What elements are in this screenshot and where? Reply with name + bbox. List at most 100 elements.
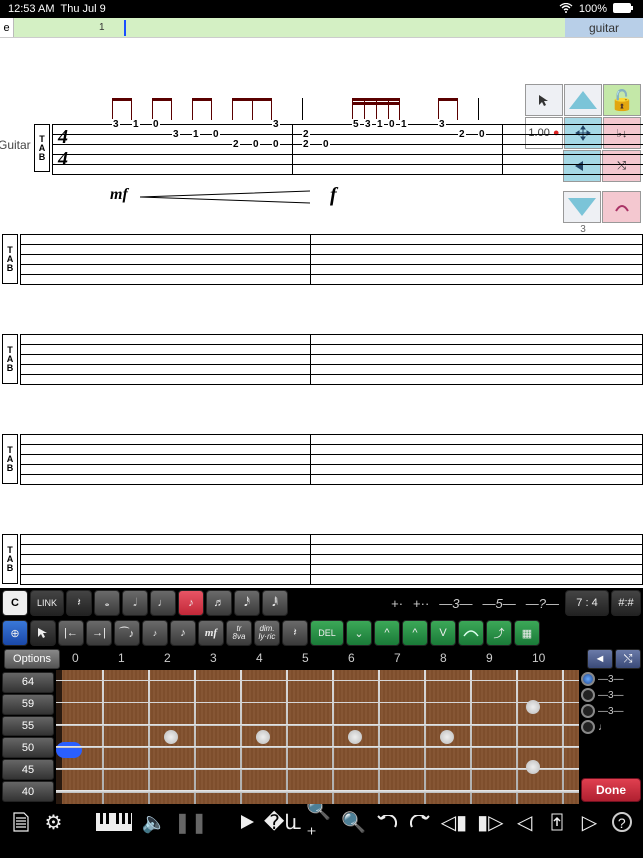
bar-end-button[interactable]: →| (86, 620, 112, 646)
pointer-tool-button[interactable] (525, 84, 563, 116)
strum-option-3[interactable] (581, 704, 595, 718)
tuplet-custom-button[interactable]: —?— (522, 596, 563, 611)
prev-button[interactable]: ◁ (514, 808, 536, 836)
whole-note-button[interactable]: 𝅝 (94, 590, 120, 616)
eighth-note-button[interactable]: ♪ (178, 590, 204, 616)
zoom-in-button[interactable]: 🔍 (341, 808, 366, 836)
rest-button[interactable]: 𝄽 (66, 590, 92, 616)
tab-effect-button[interactable]: ▦ (514, 620, 540, 646)
pause-button[interactable]: ❚❚ (177, 808, 205, 836)
pointer-icon (37, 627, 49, 639)
tab-note[interactable]: 2 (458, 129, 466, 140)
tab-note[interactable]: 1 (376, 119, 384, 130)
tuning-button[interactable]: 40 (2, 781, 54, 802)
tab-note[interactable]: 0 (252, 139, 260, 150)
tab-note[interactable]: 0 (388, 119, 396, 130)
insert-up-button[interactable] (546, 808, 568, 836)
tab-note[interactable]: 3 (438, 119, 446, 130)
mute-button[interactable]: 🔈 (142, 808, 167, 836)
double-dot-button[interactable]: +·· (409, 596, 433, 611)
time-signature-button[interactable]: 7 : 4 (565, 590, 609, 616)
scroll-up-button[interactable] (564, 84, 602, 116)
tab-note[interactable]: 2 (232, 139, 240, 150)
tab-note[interactable]: 3 (364, 119, 372, 130)
quarter-note-button[interactable]: ♩ (150, 590, 176, 616)
tuning-button[interactable]: 59 (2, 694, 54, 715)
timeline-ruler[interactable]: 1 (14, 18, 565, 37)
select-tool-button[interactable] (30, 620, 56, 646)
tie-button[interactable]: ⁀♪ (114, 620, 140, 646)
fretboard[interactable] (56, 670, 579, 804)
delete-button[interactable]: DEL (310, 620, 344, 646)
chord-button[interactable]: C (2, 590, 28, 616)
tab-note[interactable]: 2 (302, 139, 310, 150)
curve-tool-button[interactable] (602, 191, 641, 223)
track-key-label[interactable]: e (0, 18, 14, 37)
instrument-chip[interactable]: guitar (565, 18, 643, 37)
tuning-button[interactable]: 64 (2, 672, 54, 693)
strum-option-4[interactable] (581, 720, 595, 734)
thirtysecond-note-button[interactable]: 𝅘𝅥𝅰 (234, 590, 260, 616)
grace-note-button[interactable]: ♪ (142, 620, 168, 646)
capo-indicator[interactable] (56, 742, 82, 758)
redo-button[interactable] (408, 808, 430, 836)
strum-option-2[interactable] (581, 688, 595, 702)
marker-out-button[interactable]: ▮▷ (477, 808, 503, 836)
bar-start-button[interactable]: |← (58, 620, 84, 646)
text-button[interactable]: dim.ly·ric (254, 620, 280, 646)
strum-option-1[interactable] (581, 672, 595, 686)
fret-scroll-left-button[interactable]: ◄ (587, 649, 613, 669)
slur-button[interactable] (458, 620, 484, 646)
sixteenth-note-button[interactable]: ♬ (206, 590, 232, 616)
options-button[interactable]: Options (4, 649, 60, 669)
strum-button[interactable]: V (430, 620, 456, 646)
next-button[interactable]: ▷ (578, 808, 600, 836)
tab-note[interactable]: 1 (132, 119, 140, 130)
tab-note[interactable]: 5 (352, 119, 360, 130)
score-area[interactable]: 🔓 1.00 ● ♭↓ ⤭ 3 Guitar (0, 38, 643, 588)
link-button[interactable]: LINK (30, 590, 64, 616)
strum-down-button[interactable]: ⌄ (346, 620, 372, 646)
tab-note[interactable]: 0 (322, 139, 330, 150)
tuning-button[interactable]: 50 (2, 737, 54, 758)
play-button[interactable] (236, 808, 258, 836)
tab-note[interactable]: 1 (400, 119, 408, 130)
help-button[interactable]: ? (611, 808, 633, 836)
playhead-marker[interactable] (124, 20, 126, 36)
tab-note[interactable]: 0 (272, 139, 280, 150)
tab-note[interactable]: 3 (112, 119, 120, 130)
tuning-button[interactable]: 45 (2, 759, 54, 780)
target-tool-button[interactable]: ⊕ (2, 620, 28, 646)
lock-button[interactable]: 🔓 (603, 84, 641, 116)
done-button[interactable]: Done (581, 778, 641, 802)
bend-button[interactable]: ⤴ (486, 620, 512, 646)
key-signature-button[interactable]: #:# (611, 590, 641, 616)
zoom-out-button[interactable]: 🔍⁺ (306, 808, 331, 836)
tab-note[interactable]: 3 (272, 119, 280, 130)
accent-up-button[interactable]: ^ (374, 620, 400, 646)
dynamics-button[interactable]: mf (198, 620, 224, 646)
tab-note[interactable]: 0 (478, 129, 486, 140)
fret-shift-button[interactable]: ⤭ (615, 649, 641, 669)
tab-note[interactable]: 0 (212, 129, 220, 140)
settings-button[interactable]: ⚙ (42, 808, 64, 836)
loop-button[interactable]: �և (268, 808, 296, 836)
ornament-button[interactable]: tr8va (226, 620, 252, 646)
tab-note[interactable]: 1 (192, 129, 200, 140)
undo-button[interactable] (376, 808, 398, 836)
tab-note[interactable]: 3 (172, 129, 180, 140)
accent-double-button[interactable]: ^ (402, 620, 428, 646)
dot-button[interactable]: +· (387, 596, 407, 611)
stem-direction-button[interactable]: ♪ (170, 620, 196, 646)
piano-button[interactable] (96, 808, 132, 836)
scroll-down-button[interactable] (563, 191, 602, 223)
tuplet-5-button[interactable]: —5— (479, 596, 520, 611)
tab-note[interactable]: 0 (152, 119, 160, 130)
rest-insert-button[interactable]: 𝄽 (282, 620, 308, 646)
marker-in-button[interactable]: ◁▮ (441, 808, 467, 836)
tuplet-3-button[interactable]: —3— (435, 596, 476, 611)
sixtyfourth-note-button[interactable]: 𝅘𝅥𝅱 (262, 590, 288, 616)
file-button[interactable] (10, 808, 32, 836)
tuning-button[interactable]: 55 (2, 716, 54, 737)
half-note-button[interactable]: 𝅗𝅥 (122, 590, 148, 616)
